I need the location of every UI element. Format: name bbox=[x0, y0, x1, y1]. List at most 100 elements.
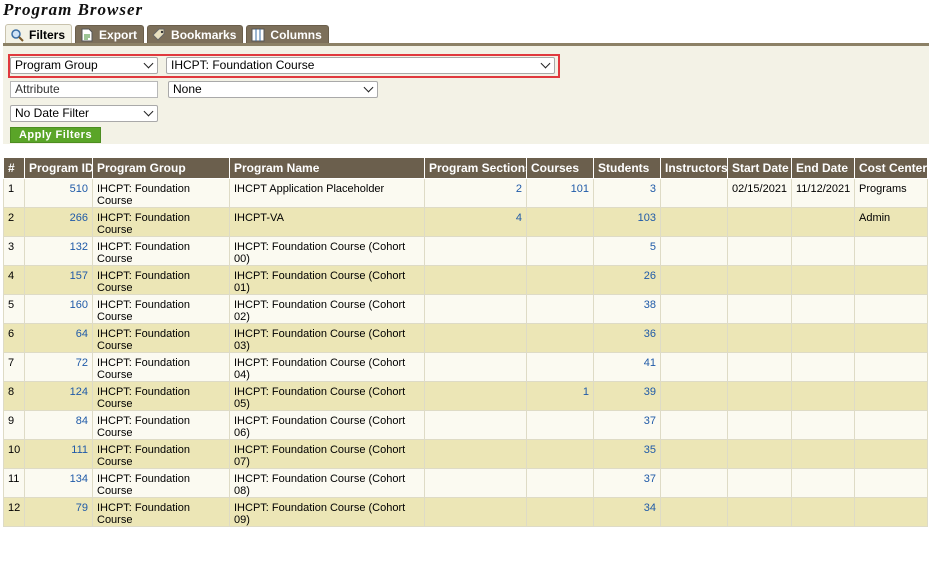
table-row: 12 79 IHCPT: Foundation Course IHCPT: Found… bbox=[3, 497, 928, 527]
tab-export[interactable]: Export bbox=[75, 25, 145, 44]
header-cost-center[interactable]: Cost Center bbox=[854, 157, 928, 179]
cell-program-id[interactable]: 266 bbox=[24, 207, 93, 237]
cell-program-group: IHCPT: Foundation Course bbox=[92, 207, 230, 237]
cell-start-date bbox=[727, 381, 792, 411]
filter-value-select[interactable]: IHCPT: Foundation Course bbox=[166, 57, 555, 74]
cell-instructors bbox=[660, 236, 728, 266]
cell-courses[interactable]: 101 bbox=[526, 178, 594, 208]
cell-courses[interactable]: 1 bbox=[526, 381, 594, 411]
cell-program-id[interactable]: 157 bbox=[24, 265, 93, 295]
date-filter-select[interactable]: No Date Filter bbox=[10, 105, 158, 122]
attribute-select[interactable]: None bbox=[168, 81, 378, 98]
header-program-id[interactable]: Program ID bbox=[24, 157, 93, 179]
tab-columns[interactable]: Columns bbox=[246, 25, 329, 44]
cell-program-id[interactable]: 132 bbox=[24, 236, 93, 266]
cell-program-sections bbox=[424, 410, 527, 440]
header-instructors[interactable]: Instructors bbox=[660, 157, 728, 179]
cell-program-id[interactable]: 111 bbox=[24, 439, 93, 469]
header-program-group[interactable]: Program Group bbox=[92, 157, 230, 179]
tab-bookmarks[interactable]: Bookmarks bbox=[147, 25, 244, 44]
table-row: 3 132 IHCPT: Foundation Course IHCPT: Found… bbox=[3, 236, 928, 266]
cell-start-date bbox=[727, 497, 792, 527]
cell-index: 6 bbox=[3, 323, 25, 353]
cell-cost-center bbox=[854, 439, 928, 469]
cell-program-sections[interactable]: 4 bbox=[424, 207, 527, 237]
cell-students[interactable]: 39 bbox=[593, 381, 661, 411]
cell-courses bbox=[526, 497, 594, 527]
table-row: 8 124 IHCPT: Foundation Course IHCPT: Found… bbox=[3, 381, 928, 411]
cell-start-date bbox=[727, 294, 792, 324]
cell-program-sections bbox=[424, 352, 527, 382]
header-students[interactable]: Students bbox=[593, 157, 661, 179]
cell-program-group: IHCPT: Foundation Course bbox=[92, 236, 230, 266]
cell-start-date bbox=[727, 468, 792, 498]
cell-instructors bbox=[660, 352, 728, 382]
page-title: Program Browser bbox=[3, 0, 144, 19]
header-program-sections[interactable]: Program Sections bbox=[424, 157, 527, 179]
header-index[interactable]: # bbox=[3, 157, 25, 179]
tab-filters[interactable]: Filters bbox=[5, 24, 73, 45]
cell-cost-center bbox=[854, 323, 928, 353]
cell-program-group: IHCPT: Foundation Course bbox=[92, 352, 230, 382]
cell-program-sections bbox=[424, 497, 527, 527]
tab-label: Export bbox=[99, 28, 138, 42]
cell-index: 12 bbox=[3, 497, 25, 527]
cell-end-date bbox=[791, 410, 855, 440]
table-row: 11 134 IHCPT: Foundation Course IHCPT: Foun… bbox=[3, 468, 928, 498]
cell-program-group: IHCPT: Foundation Course bbox=[92, 381, 230, 411]
cell-program-sections[interactable]: 2 bbox=[424, 178, 527, 208]
cell-students[interactable]: 37 bbox=[593, 410, 661, 440]
cell-program-sections bbox=[424, 294, 527, 324]
header-program-name[interactable]: Program Name bbox=[229, 157, 425, 179]
cell-students[interactable]: 41 bbox=[593, 352, 661, 382]
chevron-down-icon bbox=[143, 106, 154, 117]
cell-program-id[interactable]: 134 bbox=[24, 468, 93, 498]
filter-field-select[interactable]: Program Group bbox=[10, 57, 158, 74]
apply-filters-button[interactable]: Apply Filters bbox=[10, 127, 101, 143]
header-start-date[interactable]: Start Date bbox=[727, 157, 792, 179]
cell-cost-center bbox=[854, 265, 928, 295]
cell-program-sections bbox=[424, 265, 527, 295]
table-row: 10 111 IHCPT: Foundation Course IHCPT: Foun… bbox=[3, 439, 928, 469]
header-end-date[interactable]: End Date bbox=[791, 157, 855, 179]
cell-students[interactable]: 34 bbox=[593, 497, 661, 527]
cell-students[interactable]: 36 bbox=[593, 323, 661, 353]
cell-program-group: IHCPT: Foundation Course bbox=[92, 294, 230, 324]
cell-program-id[interactable]: 84 bbox=[24, 410, 93, 440]
cell-courses bbox=[526, 323, 594, 353]
cell-courses bbox=[526, 236, 594, 266]
cell-cost-center: Admin bbox=[854, 207, 928, 237]
cell-program-id[interactable]: 510 bbox=[24, 178, 93, 208]
cell-students[interactable]: 35 bbox=[593, 439, 661, 469]
cell-end-date bbox=[791, 352, 855, 382]
cell-instructors bbox=[660, 381, 728, 411]
cell-end-date bbox=[791, 381, 855, 411]
cell-students[interactable]: 3 bbox=[593, 178, 661, 208]
cell-students[interactable]: 38 bbox=[593, 294, 661, 324]
cell-program-name: IHCPT: Foundation Course (Cohort 06) bbox=[229, 410, 425, 440]
cell-students[interactable]: 37 bbox=[593, 468, 661, 498]
cell-program-id[interactable]: 160 bbox=[24, 294, 93, 324]
cell-program-group: IHCPT: Foundation Course bbox=[92, 439, 230, 469]
cell-cost-center bbox=[854, 410, 928, 440]
table-row: 7 72 IHCPT: Foundation Course IHCPT: Founda… bbox=[3, 352, 928, 382]
cell-program-id[interactable]: 64 bbox=[24, 323, 93, 353]
header-courses[interactable]: Courses bbox=[526, 157, 594, 179]
cell-students[interactable]: 26 bbox=[593, 265, 661, 295]
cell-program-id[interactable]: 124 bbox=[24, 381, 93, 411]
cell-instructors bbox=[660, 468, 728, 498]
cell-students[interactable]: 103 bbox=[593, 207, 661, 237]
cell-program-id[interactable]: 79 bbox=[24, 497, 93, 527]
cell-cost-center bbox=[854, 352, 928, 382]
cell-students[interactable]: 5 bbox=[593, 236, 661, 266]
cell-cost-center bbox=[854, 497, 928, 527]
cell-start-date bbox=[727, 439, 792, 469]
table-row: 9 84 IHCPT: Foundation Course IHCPT: Founda… bbox=[3, 410, 928, 440]
cell-program-id[interactable]: 72 bbox=[24, 352, 93, 382]
table-row: 1 510 IHCPT: Foundation Course IHCPT Applic… bbox=[3, 178, 928, 208]
cell-start-date bbox=[727, 410, 792, 440]
attribute-field[interactable]: Attribute bbox=[10, 81, 158, 98]
cell-courses bbox=[526, 352, 594, 382]
cell-end-date bbox=[791, 468, 855, 498]
cell-index: 8 bbox=[3, 381, 25, 411]
